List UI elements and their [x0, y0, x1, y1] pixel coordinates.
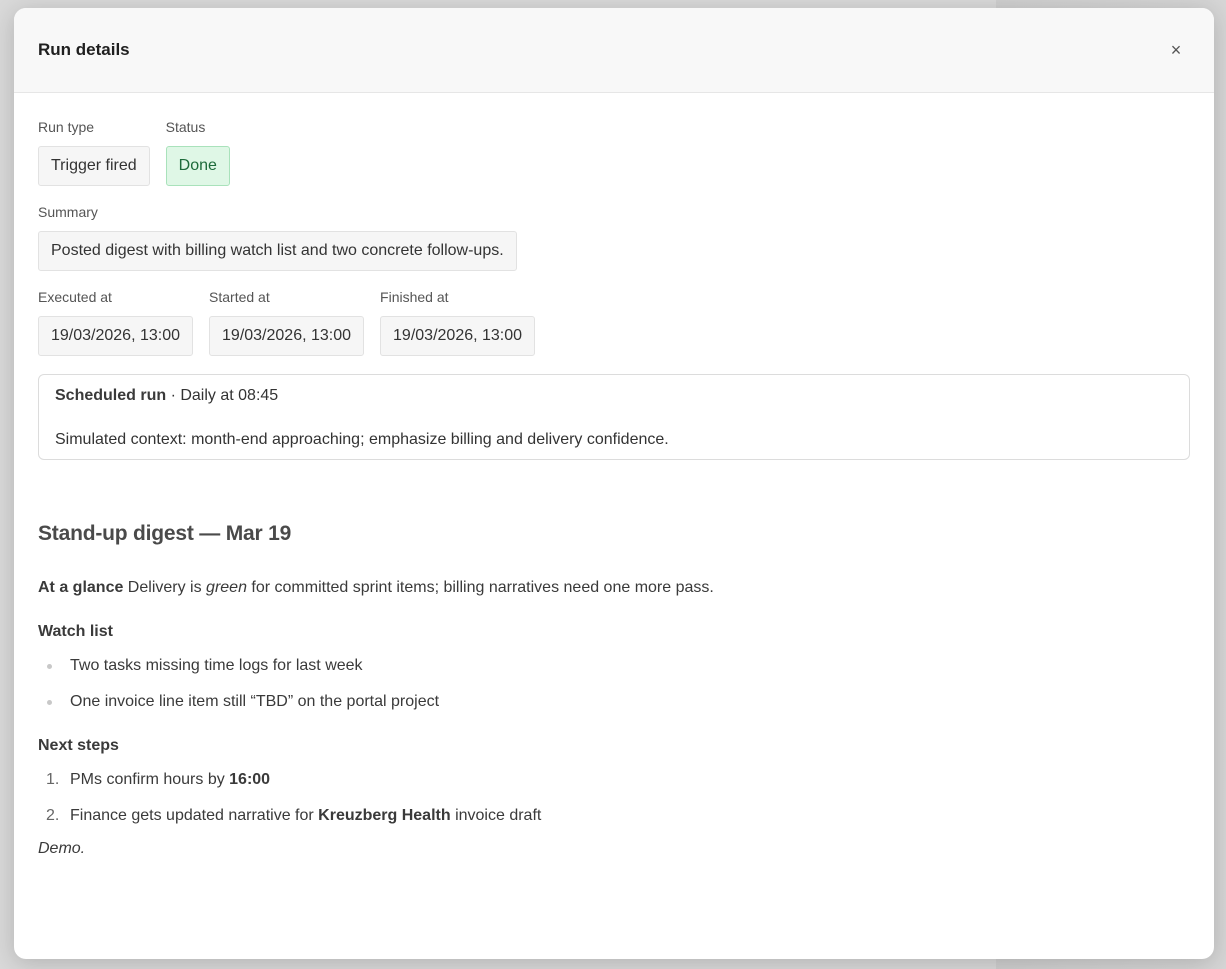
list-item: Two tasks missing time logs for last wee… — [38, 654, 1190, 678]
step-text: PMs confirm hours by — [70, 771, 230, 788]
summary-row: Summary Posted digest with billing watch… — [38, 204, 1190, 271]
step-number: 2. — [46, 807, 60, 824]
digest-content: Stand-up digest — Mar 19 At a glance Del… — [38, 522, 1190, 858]
executed-at-label: Executed at — [38, 289, 112, 305]
glance-post: for committed sprint items; billing narr… — [246, 579, 714, 596]
started-at-field: Started at 19/03/2026, 13:00 — [209, 289, 365, 356]
glance-label: At a glance — [38, 579, 124, 596]
run-type-field: Run type Trigger fired — [38, 119, 150, 186]
next-steps-heading: Next steps — [38, 737, 119, 754]
step-bold: Kreuzberg Health — [318, 807, 451, 824]
glance-paragraph: At a glance Delivery is green for commit… — [38, 576, 1190, 600]
run-details-modal: Run details × Run type Trigger fired Sta… — [14, 8, 1214, 959]
schedule-cadence: Daily at 08:45 — [180, 387, 279, 404]
list-item: 2. Finance gets updated narrative for Kre… — [38, 804, 1190, 828]
status-field: Status Done — [165, 119, 230, 186]
modal-title: Run details — [38, 40, 130, 59]
digest-title: Stand-up digest — Mar 19 — [38, 522, 292, 545]
summary-label: Summary — [38, 204, 98, 220]
list-item: 1. PMs confirm hours by 16:00 — [38, 768, 1190, 792]
modal-body: Run type Trigger fired Status Done Summa… — [14, 93, 1214, 858]
status-badge: Done — [165, 146, 230, 186]
schedule-kind: Scheduled run — [55, 387, 167, 404]
executed-at-field: Executed at 19/03/2026, 13:00 — [38, 289, 194, 356]
watch-list-heading: Watch list — [38, 623, 113, 640]
schedule-info-box: Scheduled run · Daily at 08:45 Simulated… — [38, 374, 1190, 460]
finished-at-label: Finished at — [380, 289, 449, 305]
step-bold: 16:00 — [229, 771, 271, 788]
schedule-line: Scheduled run · Daily at 08:45 — [55, 385, 1173, 407]
close-icon[interactable]: × — [1162, 36, 1190, 64]
step-text: Finance gets updated narrative for — [70, 807, 319, 824]
step-number: 1. — [46, 771, 60, 788]
run-type-value: Trigger fired — [38, 146, 150, 186]
summary-value: Posted digest with billing watch list an… — [38, 231, 517, 271]
watch-list: Two tasks missing time logs for last wee… — [38, 654, 1190, 714]
next-steps-list: 1. PMs confirm hours by 16:00 2. Finance g… — [38, 768, 1190, 828]
glance-pre: Delivery is — [123, 579, 207, 596]
footer-note: Demo. — [38, 840, 86, 857]
timestamps-row: Executed at 19/03/2026, 13:00 Started at… — [38, 289, 1190, 356]
step-text-post: invoice draft — [450, 807, 542, 824]
schedule-context: Simulated context: month-end approaching… — [55, 431, 669, 448]
finished-at-field: Finished at 19/03/2026, 13:00 — [380, 289, 536, 356]
status-label: Status — [165, 119, 206, 135]
summary-field: Summary Posted digest with billing watch… — [38, 204, 517, 271]
run-type-status-row: Run type Trigger fired Status Done — [38, 119, 1190, 186]
modal-header: Run details × — [14, 8, 1214, 93]
run-type-label: Run type — [38, 119, 95, 135]
started-at-value: 19/03/2026, 13:00 — [209, 316, 365, 356]
executed-at-value: 19/03/2026, 13:00 — [38, 316, 194, 356]
list-item: One invoice line item still “TBD” on the… — [38, 690, 1190, 714]
started-at-label: Started at — [209, 289, 270, 305]
glance-emphasis: green — [206, 579, 247, 596]
finished-at-value: 19/03/2026, 13:00 — [380, 316, 536, 356]
schedule-separator: · — [166, 387, 181, 404]
